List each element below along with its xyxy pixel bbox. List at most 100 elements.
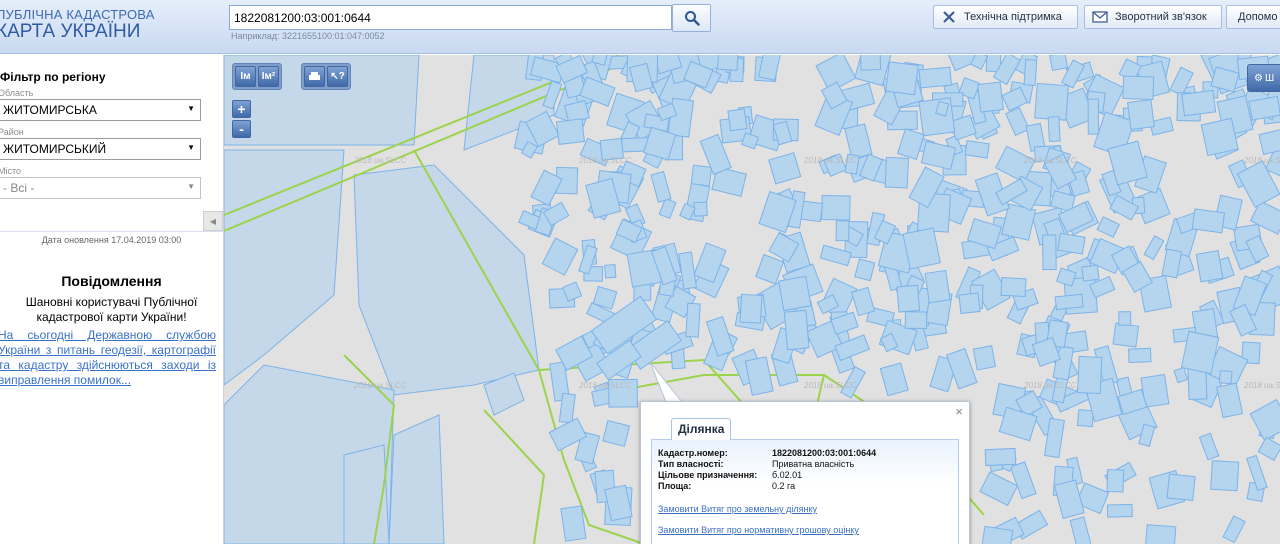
- info-value: 1822081200:03:001:0644: [772, 448, 877, 458]
- parcel: [755, 254, 785, 285]
- parcel: [1096, 216, 1120, 238]
- parcel: [777, 275, 812, 312]
- parcel: [558, 392, 576, 424]
- parcel: [690, 164, 713, 187]
- parcel: [602, 420, 631, 447]
- cadastral-search-input[interactable]: [229, 5, 672, 30]
- tab-parcel[interactable]: Ділянка: [671, 418, 732, 440]
- parcel: [1005, 106, 1030, 137]
- measure-toolbar: Iм Iм²: [232, 63, 282, 90]
- zoom-in-button[interactable]: +: [232, 100, 251, 118]
- parcel: [884, 156, 909, 189]
- tools-toolbar: ↖?: [301, 63, 351, 90]
- parcel: [1087, 98, 1100, 135]
- info-value: б.02.01: [772, 470, 803, 480]
- parcel: [1257, 436, 1280, 462]
- parcel: [783, 309, 810, 351]
- parcel: [1144, 524, 1177, 544]
- parcel: [902, 227, 941, 270]
- feedback-button[interactable]: Зворотний зв'язок: [1084, 5, 1222, 29]
- header: ПУБЛІЧНА КАДАСТРОВА КАРТА УКРАЇНИ Наприк…: [0, 0, 1280, 54]
- parcel: [717, 55, 739, 71]
- search-button[interactable]: [672, 4, 711, 32]
- parcel: [1054, 293, 1084, 311]
- watermark-text: 2018 ua.SLCC: [1023, 156, 1077, 165]
- triangle-left-icon: ◀: [209, 216, 217, 226]
- parcel: [1128, 347, 1152, 364]
- parcel: [979, 471, 1019, 507]
- info-value: Приватна власність: [772, 459, 855, 469]
- parcel: [1081, 264, 1100, 282]
- info-key: Площа:: [658, 481, 692, 491]
- parcel: [1166, 473, 1196, 502]
- parcel: [1034, 82, 1069, 121]
- parcel-info-panel: Кадастр.номер: 1822081200:03:001:0644 Тип…: [651, 439, 959, 544]
- identify-button[interactable]: ↖?: [327, 66, 348, 87]
- parcel: [1195, 250, 1224, 283]
- rayon-select[interactable]: ЖИТОМИРСЬКИЙ ▼: [0, 138, 201, 160]
- parcel: [821, 195, 851, 221]
- parcel: [1218, 370, 1233, 385]
- ruler-icon: Iм: [240, 71, 251, 82]
- parcel: [744, 356, 774, 396]
- support-button[interactable]: Технічна підтримка: [933, 5, 1078, 29]
- minus-icon: -: [239, 121, 244, 137]
- watermark-text: 2018 ua.SLCC: [1243, 381, 1280, 390]
- watermark-text: 2018 ua.SLCC: [1243, 156, 1280, 165]
- info-row: Тип власності: Приватна власність: [658, 459, 854, 469]
- order-valuation-link[interactable]: Замовити Витяг про нормативну грошову оц…: [658, 525, 859, 535]
- rayon-label: Район: [0, 127, 24, 137]
- parcel: [1057, 232, 1086, 255]
- parcel: [885, 61, 919, 96]
- notice-link[interactable]: На сьогодні Державною службою України з …: [0, 328, 216, 388]
- parcel: [1023, 58, 1038, 87]
- cursor-question-icon: ↖?: [330, 71, 345, 82]
- oblast-value: ЖИТОМИРСЬКА: [3, 103, 97, 117]
- boundary-line: [483, 409, 546, 544]
- parcel: [555, 118, 586, 145]
- map-canvas[interactable]: 2018 ua.SLCC 2018 ua.SLCC 2018 ua.SLCC 2018…: [224, 55, 1280, 544]
- collapse-sidebar-button[interactable]: ◀: [203, 211, 223, 231]
- search-example: Наприклад: 3221655100:01:047:0052: [231, 31, 385, 41]
- parcel: [1000, 277, 1027, 298]
- parcel: [859, 55, 882, 71]
- oblast-select[interactable]: ЖИТОМИРСЬКА ▼: [0, 99, 201, 121]
- parcel: [1076, 409, 1095, 428]
- parcel: [1143, 235, 1165, 261]
- measure-area-button[interactable]: Iм²: [258, 66, 279, 87]
- parcel: [560, 505, 587, 542]
- help-button[interactable]: Допомо: [1226, 5, 1280, 29]
- layers-button[interactable]: ⚙ Ш: [1247, 64, 1280, 92]
- watermark-text: 2018 ua.SLCC: [803, 381, 857, 390]
- print-button[interactable]: [304, 66, 325, 87]
- parcel: [541, 237, 579, 276]
- parcel: [851, 286, 876, 317]
- close-icon[interactable]: ×: [955, 404, 963, 419]
- city-value: - Всі -: [3, 181, 35, 195]
- parcel: [918, 97, 956, 137]
- city-select[interactable]: - Всі - ▼: [0, 177, 201, 199]
- order-extract-link[interactable]: Замовити Витяг про земельну ділянку: [658, 504, 817, 514]
- info-key: Цільове призначення:: [658, 470, 758, 480]
- parcel: [1173, 366, 1189, 384]
- envelope-icon: [1085, 11, 1115, 23]
- parcel: [693, 201, 708, 217]
- parcel: [918, 66, 952, 89]
- watermark-text: 2018 ua.SLCC: [578, 381, 632, 390]
- parcel: [353, 164, 540, 396]
- measure-length-button[interactable]: Iм: [235, 66, 256, 87]
- gear-icon: ⚙: [1254, 72, 1263, 84]
- parcel: [1249, 398, 1280, 442]
- parcel: [964, 139, 990, 159]
- parcel: [1047, 116, 1061, 142]
- parcel: [604, 264, 617, 279]
- parcel: [757, 55, 784, 81]
- update-date: Дата оновлення 17.04.2019 03:00: [0, 231, 223, 245]
- parcel: [844, 123, 873, 160]
- notice-body: Шановні користувачі Публічної кадастрово…: [25, 295, 198, 324]
- watermark-text: 2018 ua.SLCC: [578, 156, 632, 165]
- parcel: [904, 311, 928, 330]
- parcel: [1069, 516, 1092, 544]
- info-row: Цільове призначення: б.02.01: [658, 470, 802, 480]
- zoom-out-button[interactable]: -: [232, 120, 251, 138]
